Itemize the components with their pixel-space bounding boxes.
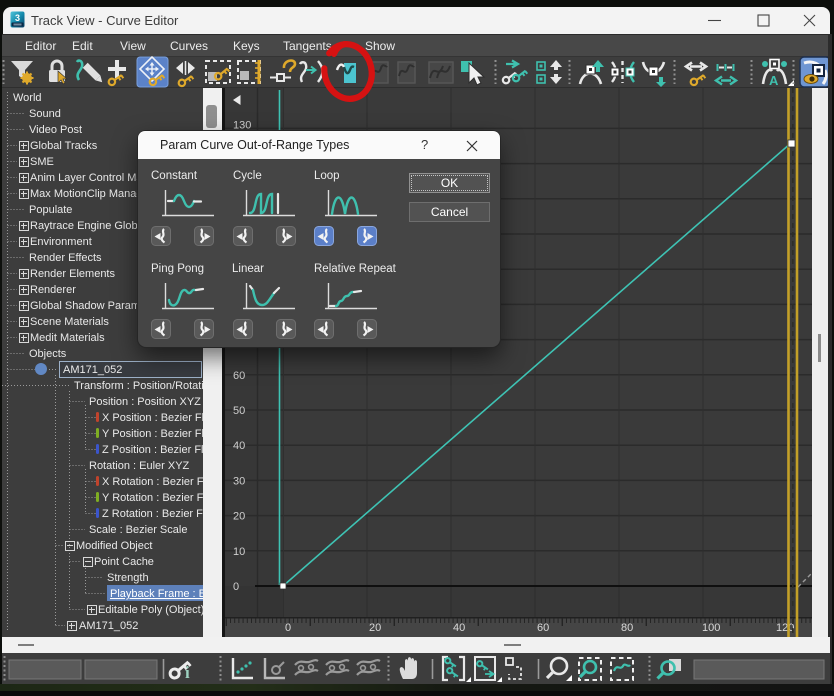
svg-text:Y Position : Bezier Floa: Y Position : Bezier Floa: [102, 428, 203, 440]
svg-text:Global Tracks: Global Tracks: [30, 140, 98, 152]
svg-text:100: 100: [702, 622, 720, 634]
svg-text:AM171_052: AM171_052: [79, 620, 138, 632]
svg-text:Render Effects: Render Effects: [29, 252, 102, 264]
svg-text:30: 30: [233, 475, 245, 487]
svg-text:Z Rotation : Bezier Flo: Z Rotation : Bezier Flo: [102, 508, 203, 520]
svg-text:Strength: Strength: [107, 572, 149, 584]
svg-text:0: 0: [233, 581, 239, 593]
svg-text:Transform : Position/Rotatio: Transform : Position/Rotatio: [74, 380, 203, 392]
svg-text:20: 20: [369, 622, 381, 634]
svg-text:Playback Frame : Be: Playback Frame : Be: [110, 588, 203, 600]
svg-text:Renderer: Renderer: [30, 284, 76, 296]
svg-text:Video Post: Video Post: [29, 124, 82, 136]
svg-text:Y Rotation : Bezier Flo: Y Rotation : Bezier Flo: [102, 492, 203, 504]
svg-text:Sound: Sound: [29, 108, 61, 120]
svg-text:Modified Object: Modified Object: [76, 540, 152, 552]
svg-text:60: 60: [537, 622, 549, 634]
svg-text:Scene Materials: Scene Materials: [30, 316, 109, 328]
svg-text:20: 20: [233, 511, 245, 523]
svg-text:Render Elements: Render Elements: [30, 268, 115, 280]
svg-text:AM171_052: AM171_052: [63, 364, 122, 376]
svg-text:80: 80: [621, 622, 633, 634]
svg-text:Editable Poly (Object): Editable Poly (Object): [98, 604, 203, 616]
svg-text:60: 60: [233, 370, 245, 382]
svg-text:130: 130: [233, 119, 251, 131]
svg-text:Z Position : Bezier Floa: Z Position : Bezier Floa: [102, 444, 203, 456]
svg-text:SME: SME: [30, 156, 54, 168]
svg-text:0: 0: [285, 622, 291, 634]
svg-text:Anim Layer Control Mana: Anim Layer Control Mana: [30, 172, 156, 184]
svg-text:Environment: Environment: [30, 236, 92, 248]
svg-text:Point Cache: Point Cache: [94, 556, 154, 568]
svg-text:40: 40: [233, 440, 245, 452]
svg-text:Scale : Bezier Scale: Scale : Bezier Scale: [89, 524, 187, 536]
svg-text:Rotation : Euler XYZ: Rotation : Euler XYZ: [89, 460, 190, 472]
svg-text:3: 3: [15, 13, 20, 23]
svg-text:X Rotation : Bezier Flo: X Rotation : Bezier Flo: [102, 476, 203, 488]
svg-text:50: 50: [233, 405, 245, 417]
svg-text:40: 40: [453, 622, 465, 634]
svg-text:Populate: Populate: [29, 204, 72, 216]
svg-text:A: A: [769, 73, 779, 88]
svg-text:10: 10: [233, 546, 245, 558]
svg-text:i: i: [185, 663, 190, 682]
svg-text:Medit Materials: Medit Materials: [30, 332, 105, 344]
svg-text:120: 120: [776, 622, 794, 634]
svg-text:Raytrace Engine Globals: Raytrace Engine Globals: [30, 220, 152, 232]
svg-text:Position : Position XYZ: Position : Position XYZ: [89, 396, 201, 408]
svg-text:Max MotionClip Manager: Max MotionClip Manager: [30, 188, 153, 200]
svg-text:X Position : Bezier Floa: X Position : Bezier Floa: [102, 412, 203, 424]
svg-text:Objects: Objects: [29, 348, 67, 360]
svg-text:World: World: [13, 92, 42, 104]
